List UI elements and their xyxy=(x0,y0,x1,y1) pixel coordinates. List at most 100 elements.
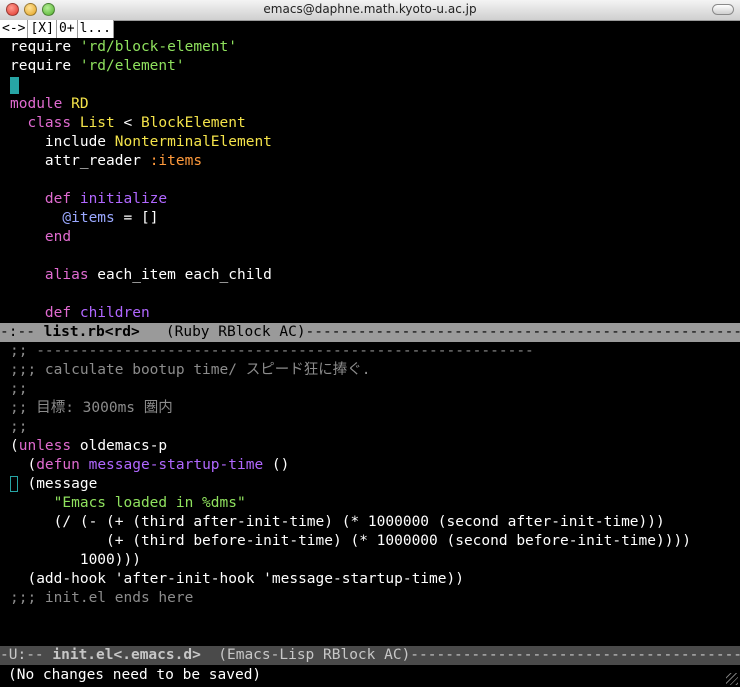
code-token: "Emacs loaded in %dms" xyxy=(53,495,246,511)
code-token: each_item each_child xyxy=(88,267,272,283)
code-token: initialize xyxy=(79,191,168,207)
code-token: ;;; calculate bootup time/ スピード狂に捧ぐ. xyxy=(10,362,371,378)
code-token: ;; xyxy=(10,419,28,435)
code-token: unless xyxy=(18,438,72,454)
buffer-text-list-rb[interactable]: require 'rd/block-element' require 'rd/el… xyxy=(10,38,272,323)
code-token: module xyxy=(10,96,72,112)
code-token: message-startup-time xyxy=(88,457,264,473)
mode-line-modes: (Emacs-Lisp RBlock AC)------------------… xyxy=(218,647,740,663)
code-token: (+ (third before-init-time) (* 1000000 (… xyxy=(10,533,691,549)
code-line[interactable]: ;;; init.el ends here xyxy=(10,589,691,608)
code-token: ;; xyxy=(10,381,28,397)
code-token: RD xyxy=(71,96,89,112)
code-line[interactable]: attr_reader :items xyxy=(10,152,272,171)
mode-line-top[interactable]: -:-- list.rb<rd> (Ruby RBlock AC)-------… xyxy=(0,323,740,342)
code-line[interactable]: def children xyxy=(10,304,272,323)
minibuffer[interactable]: (No changes need to be saved) xyxy=(0,665,740,687)
code-token: < xyxy=(114,115,141,131)
mode-line-bottom[interactable]: -U:-- init.el<.emacs.d> (Emacs-Lisp RBlo… xyxy=(0,646,740,665)
code-line[interactable] xyxy=(10,247,272,266)
code-line[interactable]: 1000))) xyxy=(10,551,691,570)
code-line[interactable]: ;;; calculate bootup time/ スピード狂に捧ぐ. xyxy=(10,361,691,380)
code-token: alias xyxy=(44,267,89,283)
code-token: ;; 目標: 3000ms 圏内 xyxy=(10,400,173,416)
code-line[interactable]: ;; 目標: 3000ms 圏内 xyxy=(10,399,691,418)
code-line[interactable]: (add-hook 'after-init-hook 'message-star… xyxy=(10,570,691,589)
code-line[interactable]: def initialize xyxy=(10,190,272,209)
title-bar[interactable]: emacs@daphne.math.kyoto-u.ac.jp xyxy=(0,0,740,21)
buffer-text-init-el[interactable]: ;; -------------------------------------… xyxy=(10,342,691,608)
code-line[interactable]: class List < BlockElement xyxy=(10,114,272,133)
code-token: ( xyxy=(10,438,19,454)
code-line[interactable] xyxy=(10,76,272,95)
code-line[interactable]: (message xyxy=(10,475,691,494)
code-token: ( xyxy=(10,457,37,473)
editor-pane-top[interactable]: require 'rd/block-element' require 'rd/el… xyxy=(0,38,740,323)
mode-line-status: -U:-- xyxy=(0,647,53,663)
code-token: class xyxy=(10,115,80,131)
toolbar-toggle-button[interactable] xyxy=(712,4,734,15)
code-line[interactable]: (+ (third before-init-time) (* 1000000 (… xyxy=(10,532,691,551)
code-token: defun xyxy=(36,457,80,473)
code-token: (add-hook 'after-init-hook 'message-star… xyxy=(10,571,464,587)
resize-grip-icon[interactable] xyxy=(726,673,738,685)
code-token: () xyxy=(263,457,290,473)
mode-line-buffer-name[interactable]: init.el<.emacs.d> xyxy=(52,647,200,663)
code-token: oldemacs-p xyxy=(71,438,168,454)
code-line[interactable]: module RD xyxy=(10,95,272,114)
emacs-window: emacs@daphne.math.kyoto-u.ac.jp <-> [X] … xyxy=(0,0,740,687)
tab-indicator[interactable]: 0+ xyxy=(56,20,78,38)
code-token: 'rd/element' xyxy=(79,58,185,74)
code-token: 'rd/block-element' xyxy=(79,39,237,55)
tab-arrows[interactable]: <-> xyxy=(0,20,29,38)
code-line[interactable]: ;; -------------------------------------… xyxy=(10,342,691,361)
code-line[interactable] xyxy=(10,285,272,304)
code-token: = [] xyxy=(114,210,159,226)
code-line[interactable]: (unless oldemacs-p xyxy=(10,437,691,456)
code-line[interactable]: "Emacs loaded in %dms" xyxy=(10,494,691,513)
code-line[interactable]: (/ (- (+ (third after-init-time) (* 1000… xyxy=(10,513,691,532)
inactive-cursor xyxy=(10,476,18,492)
code-token: end xyxy=(10,229,72,245)
code-token: 1000))) xyxy=(10,552,141,568)
code-line[interactable]: @items = [] xyxy=(10,209,272,228)
code-line[interactable]: require 'rd/block-element' xyxy=(10,38,272,57)
code-token: require xyxy=(10,58,80,74)
code-token: def xyxy=(10,305,80,321)
code-line[interactable]: end xyxy=(10,228,272,247)
tab-line: <-> [X] 0+ l... xyxy=(0,20,114,38)
mode-line-status: -:-- xyxy=(0,324,44,340)
code-line[interactable]: alias each_item each_child xyxy=(10,266,272,285)
code-token: :items xyxy=(149,153,203,169)
text-cursor xyxy=(10,76,19,94)
tab-buffer[interactable]: l... xyxy=(77,20,114,38)
code-line[interactable]: ;; xyxy=(10,418,691,437)
code-token: ;;; init.el ends here xyxy=(10,590,194,606)
editor-pane-bottom[interactable]: ;; -------------------------------------… xyxy=(0,342,740,646)
code-token: attr_reader xyxy=(10,153,150,169)
code-line[interactable]: ;; xyxy=(10,380,691,399)
code-token: ;; -------------------------------------… xyxy=(10,343,534,359)
code-token: (message xyxy=(10,476,98,492)
code-line[interactable]: require 'rd/element' xyxy=(10,57,272,76)
code-token: def xyxy=(10,191,80,207)
mode-line-modes: (Ruby RBlock AC)------------------------… xyxy=(139,324,740,340)
code-token: NonterminalElement xyxy=(114,134,272,150)
echo-area-message: (No changes need to be saved) xyxy=(8,667,262,683)
window-title: emacs@daphne.math.kyoto-u.ac.jp xyxy=(263,2,477,16)
code-line[interactable] xyxy=(10,171,272,190)
code-token: @items xyxy=(62,210,115,226)
code-token: (/ (- (+ (third after-init-time) (* 1000… xyxy=(10,514,665,530)
code-line[interactable]: include NonterminalElement xyxy=(10,133,272,152)
code-line[interactable]: (defun message-startup-time () xyxy=(10,456,691,475)
code-token: List xyxy=(79,115,115,131)
code-token: BlockElement xyxy=(140,115,246,131)
mode-line-buffer-name[interactable]: list.rb<rd> xyxy=(44,324,140,340)
code-token: require xyxy=(10,39,80,55)
tab-close[interactable]: [X] xyxy=(28,20,57,38)
code-token: include xyxy=(10,134,115,150)
